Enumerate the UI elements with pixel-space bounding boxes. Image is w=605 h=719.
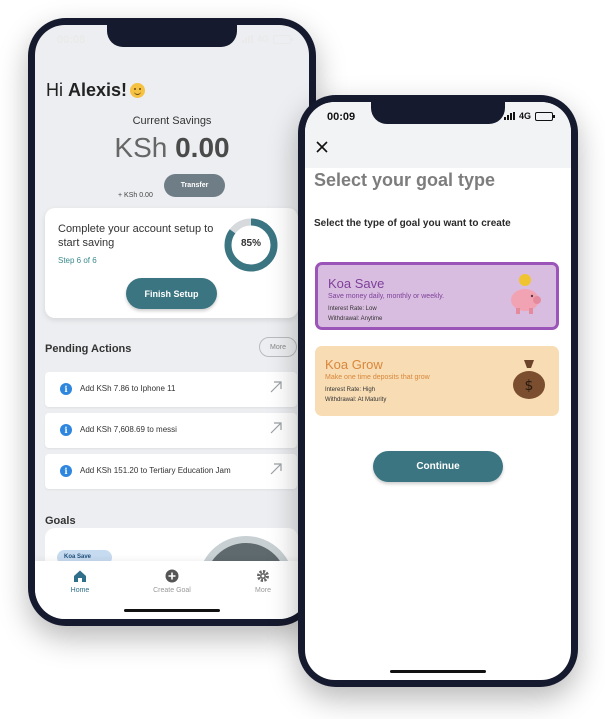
network-label: 4G [256, 34, 269, 44]
interest-rate: Interest Rate: Low [328, 306, 377, 312]
page-title: Select your goal type [314, 170, 496, 190]
greeting: Hi Alexis! [46, 80, 146, 101]
goals-title: Goals [45, 515, 76, 527]
withdrawal-terms: Withdrawal: At Maturity [325, 397, 387, 403]
notch [371, 102, 505, 124]
notch [107, 25, 237, 47]
home-indicator [390, 670, 486, 673]
plus-circle-icon [165, 569, 179, 583]
amount-value: 0.00 [175, 132, 230, 163]
network-label: 4G [518, 111, 531, 121]
transfer-button[interactable]: Transfer [164, 174, 225, 197]
pending-action-item[interactable]: i Add KSh 7,608.69 to messi [45, 413, 297, 448]
interest-rate: Interest Rate: High [325, 387, 376, 393]
setup-step: Step 6 of 6 [58, 256, 97, 265]
page-subtitle: Select the type of goal you want to crea… [314, 218, 511, 229]
pending-actions-title: Pending Actions [45, 343, 132, 355]
goal-type-card-koa-grow[interactable]: Koa Grow Make one time deposits that gro… [315, 346, 559, 416]
pending-action-label: Add KSh 151.20 to Tertiary Education Jam [80, 466, 231, 475]
pending-amount: + KSh 0.00 [118, 192, 153, 199]
smile-emoji-icon [130, 83, 146, 98]
pending-action-label: Add KSh 7.86 to Iphone 11 [80, 384, 176, 393]
phone-goal-type: 00:09 4G Select your goal type Select th… [298, 95, 578, 687]
user-name: Alexis! [68, 80, 128, 100]
pending-action-item[interactable]: i Add KSh 151.20 to Tertiary Education J… [45, 454, 297, 489]
gear-icon [257, 570, 269, 582]
money-bag-icon: $ [513, 360, 545, 399]
close-icon[interactable] [315, 140, 329, 154]
bottom-tab-bar: Home Create Goal More [35, 561, 309, 619]
tab-label: Home [70, 587, 90, 594]
arrow-up-right-icon [270, 463, 282, 475]
info-icon: i [60, 383, 72, 395]
status-time: 00:09 [327, 111, 356, 123]
progress-ring: 85% [221, 215, 281, 275]
goal-type-name: Koa Save [328, 276, 385, 291]
goal-type-description: Save money daily, monthly or weekly. [328, 293, 445, 300]
tab-label: Create Goal [153, 587, 191, 594]
arrow-up-right-icon [270, 381, 282, 393]
goal-type-description: Make one time deposits that grow [325, 374, 430, 381]
goal-type-card-koa-save[interactable]: Koa Save Save money daily, monthly or we… [315, 262, 559, 330]
signal-icon [241, 35, 253, 43]
goal-type-screen: 00:09 4G Select your goal type Select th… [305, 102, 571, 680]
phone-dashboard: 00:08 4G Hi Alexis! Current Savings KSh … [28, 18, 316, 626]
finish-setup-button[interactable]: Finish Setup [126, 278, 217, 309]
progress-percent: 85% [240, 238, 261, 249]
signal-icon [503, 112, 515, 120]
account-setup-card: Complete your account setup to start sav… [45, 208, 298, 318]
pending-action-label: Add KSh 7,608.69 to messi [80, 425, 177, 434]
pending-action-item[interactable]: i Add KSh 7.86 to Iphone 11 [45, 372, 297, 407]
svg-text:$: $ [525, 378, 534, 394]
tab-home[interactable]: Home [45, 569, 115, 594]
current-savings-label: Current Savings [132, 115, 212, 127]
dashboard-screen: 00:08 4G Hi Alexis! Current Savings KSh … [35, 25, 309, 619]
continue-button[interactable]: Continue [373, 451, 503, 482]
goal-type-name: Koa Grow [325, 357, 383, 372]
savings-amount: KSh 0.00 [35, 132, 309, 164]
withdrawal-terms: Withdrawal: Anytime [328, 316, 383, 322]
tab-create-goal[interactable]: Create Goal [137, 569, 207, 594]
arrow-up-right-icon [270, 422, 282, 434]
setup-text: Complete your account setup to start sav… [58, 223, 214, 249]
battery-icon [535, 111, 555, 121]
currency-label: KSh [114, 132, 168, 163]
home-icon [74, 570, 86, 582]
more-button[interactable]: More [259, 337, 297, 357]
tab-label: More [255, 587, 271, 594]
battery-icon [273, 34, 293, 44]
piggy-bank-icon [511, 274, 541, 314]
tab-more[interactable]: More [228, 569, 298, 594]
info-icon: i [60, 424, 72, 436]
status-time: 00:08 [57, 34, 86, 46]
info-icon: i [60, 465, 72, 477]
home-indicator [124, 609, 220, 612]
